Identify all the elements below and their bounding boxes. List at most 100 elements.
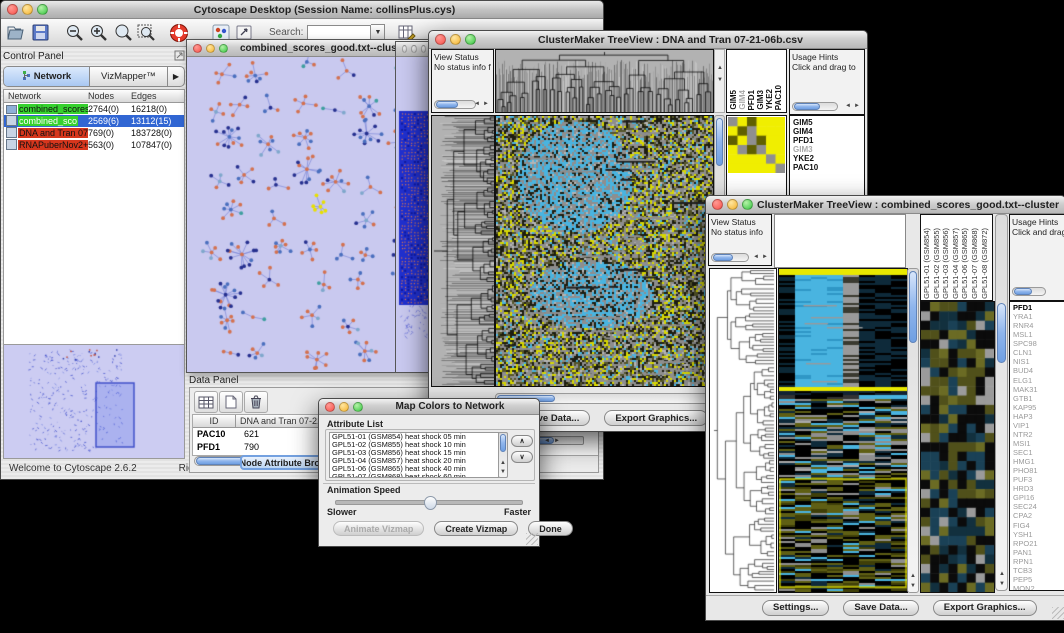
column-label[interactable]: GPL51-06 (GSM865) [960,228,970,299]
treeview-button[interactable]: Settings... [762,600,829,616]
gene-label[interactable]: PUF3 [1013,475,1064,484]
gene-label[interactable]: YKE2 [793,154,864,163]
gene-label[interactable]: MAK31 [1013,385,1064,394]
usage-hints-scrollbar[interactable] [1012,287,1046,296]
gene-label[interactable]: MON2 [1013,584,1064,591]
gene-label[interactable]: PHO81 [1013,466,1064,475]
scroll-up-icon[interactable]: ▲ [999,570,1005,578]
close-icon[interactable] [193,44,202,53]
scroll-down-icon[interactable]: ▼ [999,580,1005,588]
scroll-up-icon[interactable]: ▲ [717,64,723,72]
zoom-in-icon[interactable] [87,21,111,45]
minimize-icon[interactable] [727,199,738,210]
network-row[interactable]: DNA and Tran 07 769(0) 183728(0) [4,127,184,139]
tab-network[interactable]: Network [4,67,90,86]
data-col-id[interactable]: ID [193,415,235,427]
minimize-icon[interactable] [22,4,33,15]
attribute-item[interactable]: GPL51-07 (GSM868) heat shock 60 min [330,473,498,478]
gene-label[interactable]: NIS1 [1013,357,1064,366]
scroll-up-icon[interactable]: ▲ [500,459,506,467]
gene-label[interactable]: SEC24 [1013,502,1064,511]
close-icon[interactable] [325,402,335,412]
zoom-out-icon[interactable] [63,21,87,45]
gene-label[interactable]: PEP5 [1013,575,1064,584]
tab-vizmapper[interactable]: VizMapper™ [90,67,168,86]
scroll-down-icon[interactable]: ▼ [717,76,723,84]
gene-label[interactable]: HAP3 [1013,412,1064,421]
treeview2-vscrollbar-1[interactable]: ▲ ▼ [907,268,919,593]
column-label[interactable]: GPL51-07 (GSM868) [970,228,980,299]
zoom-fit-icon[interactable] [135,21,159,45]
float-panel-icon[interactable] [174,48,185,66]
gene-label[interactable]: YRA1 [1013,312,1064,321]
column-label[interactable]: GIM5 [729,90,738,110]
treeview1-zoom-matrix[interactable] [728,117,785,173]
column-label[interactable]: GPL51-01 (GSM854) [922,228,932,299]
minimize-icon[interactable] [339,402,349,412]
gene-label[interactable]: CPA2 [1013,511,1064,520]
column-label[interactable]: GIM3 [756,90,765,110]
close-icon[interactable] [435,34,446,45]
gene-label[interactable]: NTR2 [1013,430,1064,439]
scroll-up-icon[interactable]: ▲ [910,572,916,580]
resize-grip[interactable] [1052,607,1064,619]
gene-label[interactable]: SPC98 [1013,339,1064,348]
column-label[interactable]: GPL51-02 (GSM855) [932,228,942,299]
gene-label[interactable]: PFD1 [793,136,864,145]
column-label[interactable]: PFD1 [747,90,756,110]
close-icon[interactable] [712,199,723,210]
network-row[interactable]: combined_sco 2569(6) 13112(15) [4,115,184,127]
save-session-icon[interactable] [29,21,53,45]
dialog-button[interactable]: Animate Vizmap [333,521,424,536]
new-attribute-icon[interactable] [219,391,243,413]
scroll-right-icon[interactable]: ► [762,253,768,261]
close-icon[interactable] [7,4,18,15]
scroll-down-icon[interactable]: ▼ [910,582,916,590]
gene-label[interactable]: SEC1 [1013,448,1064,457]
gene-label[interactable]: CLN1 [1013,348,1064,357]
gene-label[interactable]: TCB3 [1013,566,1064,575]
scroll-left-icon[interactable]: ◄ [753,253,759,261]
gene-label[interactable]: VIP1 [1013,421,1064,430]
network-row[interactable]: combined_scores 2764(0) 16218(0) [4,103,184,115]
gene-label[interactable]: MSI1 [1013,439,1064,448]
minimize-icon[interactable] [206,44,215,53]
gene-label[interactable]: GIM4 [793,127,864,136]
column-label[interactable]: GPL51-08 (GSM872) [980,228,990,299]
gene-label[interactable]: GIM3 [793,145,864,154]
tab-overflow-arrow[interactable]: ▶ [168,67,184,86]
minimize-icon[interactable] [450,34,461,45]
gene-label[interactable]: PFD1 [1013,303,1064,312]
gene-label[interactable]: PAC10 [793,163,864,172]
network-canvas[interactable] [187,57,428,370]
gene-label[interactable]: MSL1 [1013,330,1064,339]
birdseye-view[interactable] [3,344,185,459]
scroll-left-icon[interactable]: ◄ [474,100,480,108]
network-list-header[interactable]: Network Nodes Edges [4,90,184,103]
gene-label[interactable]: YSH1 [1013,530,1064,539]
scroll-left-icon[interactable]: ◄ [845,102,851,110]
table-view-icon[interactable] [194,391,218,413]
gene-label[interactable]: PAN1 [1013,548,1064,557]
zoom-window-icon[interactable] [353,402,363,412]
treeview1-global-heatmap[interactable] [495,115,714,387]
network-row[interactable]: RNAPuberNov2+ 563(0) 107847(0) [4,139,184,151]
open-file-icon[interactable] [5,21,29,45]
scroll-right-icon[interactable]: ► [483,100,489,108]
delete-attribute-icon[interactable] [244,391,268,413]
zoom-window-icon[interactable] [219,44,228,53]
resize-grip[interactable] [526,533,538,545]
column-label[interactable]: GIM4 [738,90,747,110]
zoom-window-icon[interactable] [465,34,476,45]
scroll-right-icon[interactable]: ► [854,102,860,110]
gene-label[interactable]: RPO21 [1013,539,1064,548]
gene-label[interactable]: GPI16 [1013,493,1064,502]
treeview-button[interactable]: Save Data... [843,600,918,616]
gene-label[interactable]: KAP95 [1013,403,1064,412]
scroll-left-icon[interactable]: ◄ [544,437,550,445]
view-status-scrollbar[interactable] [434,100,476,109]
treeview2-zoom-heatmap[interactable] [920,301,995,593]
gene-label[interactable]: RPN1 [1013,557,1064,566]
gene-label[interactable]: BUD4 [1013,366,1064,375]
column-label[interactable]: YKE2 [765,89,774,110]
